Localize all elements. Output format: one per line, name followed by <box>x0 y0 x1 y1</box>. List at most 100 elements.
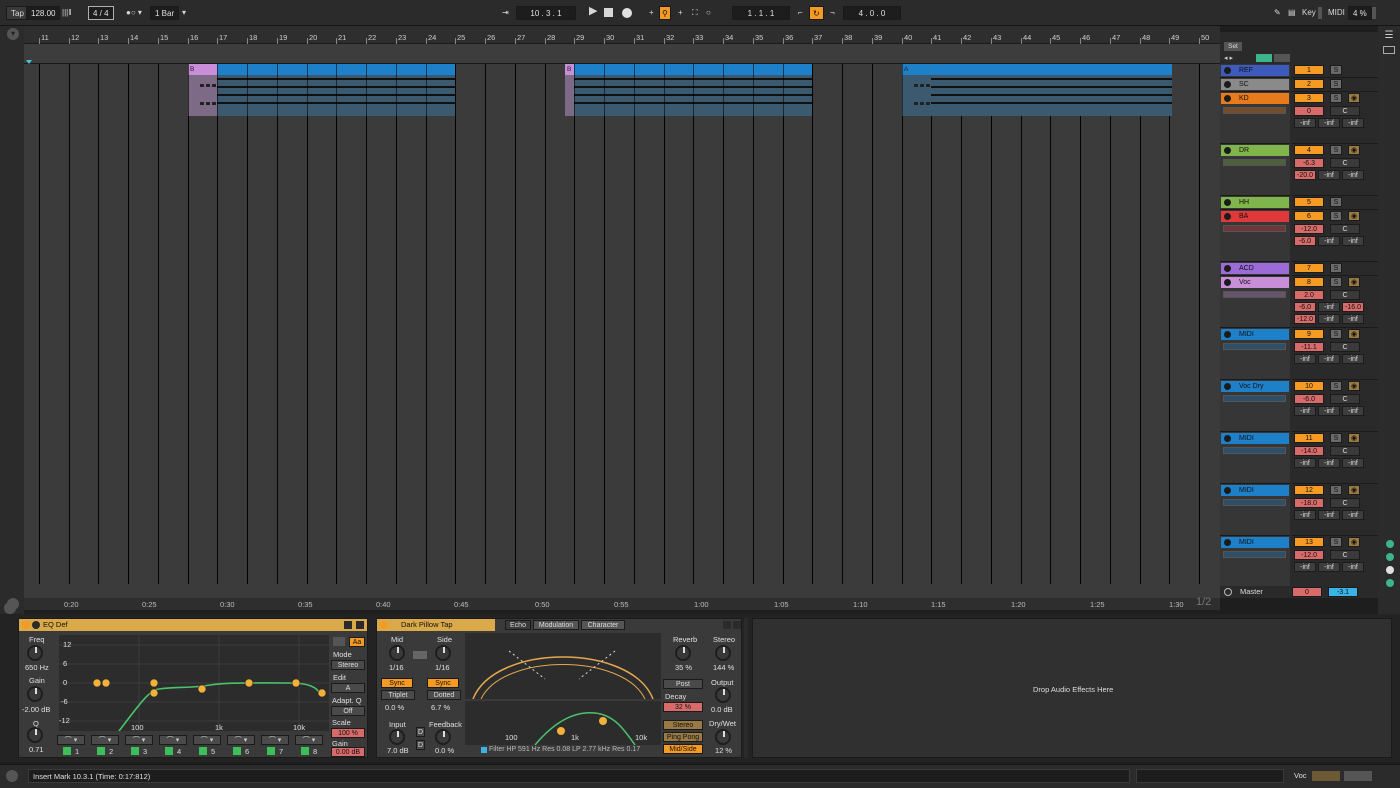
track-lane[interactable]: BBBBBB <box>24 64 1220 584</box>
track-title[interactable]: Voc Dry <box>1221 381 1289 392</box>
clip-view-toggle-icon[interactable] <box>4 602 16 614</box>
expand-browser-icon[interactable]: ▾ <box>7 28 19 40</box>
eq-band-filter-type[interactable]: ⌒ ▾ <box>159 735 187 745</box>
eq-band-filter-type[interactable]: ⌒ ▾ <box>227 735 255 745</box>
track-fold-icon[interactable] <box>1224 539 1231 546</box>
clip-header[interactable] <box>931 64 1172 75</box>
track-slot[interactable] <box>1223 107 1286 114</box>
send-value[interactable]: -inf <box>1294 510 1316 520</box>
echo-on-icon[interactable] <box>380 621 388 629</box>
send-value[interactable]: -inf <box>1294 118 1316 128</box>
status-toggle-icon[interactable] <box>6 770 18 782</box>
send-value[interactable]: -6.0 <box>1294 302 1316 312</box>
track-number[interactable]: 9 <box>1294 329 1324 339</box>
send-value[interactable]: -inf <box>1294 406 1316 416</box>
time-ruler[interactable]: 0:20 0:25 0:30 0:35 0:40 0:45 0:50 0:55 1:00 1:05… <box>24 596 1220 610</box>
echo-tab-character[interactable]: Character <box>581 620 625 630</box>
loop-length[interactable]: 4 . 0 . 0 <box>843 6 901 20</box>
eq-outgain-value[interactable]: 0.00 dB <box>331 747 365 757</box>
eq-band-enable-icon[interactable] <box>97 747 105 755</box>
track-fold-icon[interactable] <box>1224 95 1231 102</box>
track-title[interactable]: MIDI <box>1221 485 1289 496</box>
track-header[interactable]: MIDI <box>1220 484 1290 536</box>
eq-band-filter-type[interactable]: ⌒ ▾ <box>261 735 289 745</box>
track-lane[interactable] <box>24 64 1220 588</box>
set-button[interactable]: Set <box>1224 42 1242 51</box>
lock-icon[interactable] <box>1274 54 1290 62</box>
midi-map-button[interactable]: MIDI <box>1324 6 1349 20</box>
arm-button[interactable]: ◉ <box>1348 381 1360 391</box>
echo-tab-modulation[interactable]: Modulation <box>533 620 579 630</box>
nudge-icon[interactable]: |||‖ <box>58 6 76 20</box>
solo-button[interactable]: S <box>1330 145 1342 155</box>
eq-band-filter-type[interactable]: ⌒ ▾ <box>193 735 221 745</box>
echo-feedback-value[interactable]: 0.0 % <box>435 746 454 755</box>
solo-button[interactable]: S <box>1330 263 1342 273</box>
sends-icon[interactable] <box>1386 553 1394 561</box>
track-number[interactable]: 3 <box>1294 93 1324 103</box>
track-pan[interactable]: C <box>1330 158 1360 168</box>
crossfade-icon[interactable] <box>1386 579 1394 587</box>
echo-tunnel-display[interactable] <box>465 633 661 700</box>
track-lane[interactable]: CAS ADECAS ADECAS ADECAS ADECAS ADECAS A… <box>24 64 1220 584</box>
echo-mid-value[interactable]: 1/16 <box>389 663 404 672</box>
send-value[interactable]: -inf <box>1294 562 1316 572</box>
track-volume[interactable]: -12.0 <box>1294 224 1324 234</box>
track-title[interactable]: MIDI <box>1221 329 1289 340</box>
eq-band-filter-type[interactable]: ⌒ ▾ <box>125 735 153 745</box>
locator-lane[interactable] <box>24 44 1220 64</box>
track-fold-icon[interactable] <box>1224 199 1231 206</box>
capture-icon[interactable]: ⛶ <box>688 6 702 20</box>
track-pan[interactable]: C <box>1330 106 1360 116</box>
track-fold-icon[interactable] <box>1224 265 1231 272</box>
io-icon[interactable] <box>1386 540 1394 548</box>
track-pan[interactable]: C <box>1330 342 1360 352</box>
echo-clip-button[interactable]: D <box>416 727 425 737</box>
eq-adaptq-button[interactable]: Off <box>331 706 365 716</box>
send-value[interactable]: -20.0 <box>1294 170 1316 180</box>
chevron-down-icon[interactable]: ▾ <box>178 6 190 20</box>
echo-link-icon[interactable] <box>413 651 427 659</box>
mixer-icon[interactable] <box>1386 566 1394 574</box>
draw-mode-icon[interactable]: ✎ <box>1270 6 1285 20</box>
track-header[interactable]: SC <box>1220 78 1290 92</box>
track-fold-icon[interactable] <box>1224 67 1231 74</box>
eq-band-enable-icon[interactable] <box>63 747 71 755</box>
echo-tab-echo[interactable]: Echo <box>505 620 531 630</box>
track-volume[interactable]: 0 <box>1294 106 1324 116</box>
echo-side-sync[interactable]: Sync <box>427 678 459 688</box>
track-number[interactable]: 6 <box>1294 211 1324 221</box>
eq-band-enable-icon[interactable] <box>301 747 309 755</box>
solo-button[interactable]: S <box>1330 381 1342 391</box>
device-on-icon[interactable] <box>22 621 30 629</box>
track-pan[interactable]: C <box>1330 290 1360 300</box>
send-value[interactable]: -inf <box>1318 170 1340 180</box>
solo-button[interactable]: S <box>1330 485 1342 495</box>
echo-input-knob[interactable] <box>389 729 405 745</box>
echo-drywet-value[interactable]: 12 % <box>715 746 732 755</box>
track-number[interactable]: 2 <box>1294 79 1324 89</box>
track-fold-icon[interactable] <box>1224 383 1231 390</box>
track-title[interactable]: SC <box>1221 79 1289 90</box>
beat-time-ruler[interactable]: 11 12 13 14 15 16 17 18 19 20 21 22 23 24 25 26 27 28 29 30… <box>24 32 1220 44</box>
track-lane[interactable] <box>24 64 1220 584</box>
track-title[interactable]: ACD <box>1221 263 1289 274</box>
echo-mid-offset[interactable]: 0.0 % <box>385 703 404 712</box>
master-track[interactable]: Master 0 -3.1 <box>1220 586 1378 598</box>
drop-zone[interactable]: Drop Audio Effects Here <box>752 618 1392 758</box>
track-number[interactable]: 1 <box>1294 65 1324 75</box>
track-title[interactable]: REF <box>1221 65 1289 76</box>
send-value[interactable]: -inf <box>1318 458 1340 468</box>
master-pan[interactable]: -3.1 <box>1328 587 1358 597</box>
echo-side-knob[interactable] <box>435 645 451 661</box>
track-number[interactable]: 13 <box>1294 537 1324 547</box>
eq-scale-value[interactable]: 100 % <box>331 728 365 738</box>
send-value[interactable]: -inf <box>1342 314 1364 324</box>
track-volume[interactable]: -14.0 <box>1294 446 1324 456</box>
master-arrow-icon[interactable] <box>1224 588 1232 596</box>
send-value[interactable]: -inf <box>1318 354 1340 364</box>
track-volume[interactable]: -6.3 <box>1294 158 1324 168</box>
echo-drywet-knob[interactable] <box>715 729 731 745</box>
status-device-icon[interactable] <box>1344 771 1372 781</box>
echo-mid-mode[interactable]: Triplet <box>381 690 415 700</box>
